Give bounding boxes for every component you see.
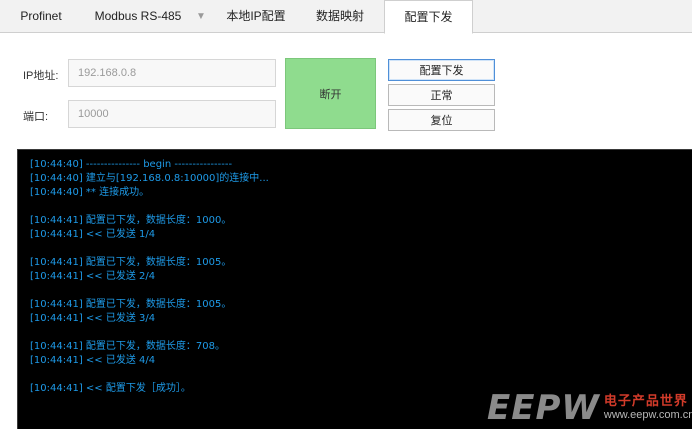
log-line: [10:44:41] 配置已下发，数据长度：1000。	[30, 215, 232, 226]
eepw-watermark: EEPW 电子产品世界 www.eepw.com.cn	[487, 386, 692, 429]
log-line: [10:44:41] 配置已下发，数据长度：1005。	[30, 299, 232, 310]
log-line: [10:44:40] --------------- begin -------…	[30, 159, 233, 170]
watermark-url: www.eepw.com.cn	[603, 409, 692, 421]
watermark-text: 电子产品世界 www.eepw.com.cn	[604, 394, 692, 421]
log-line: [10:44:41] 配置已下发，数据长度：708。	[30, 341, 225, 352]
port-label: 端口:	[23, 111, 49, 123]
tab-data-mapping[interactable]: 数据映射	[298, 0, 382, 33]
log-line: [10:44:41] << 已发送 3/4	[30, 313, 156, 324]
watermark-cn-text: 电子产品世界	[603, 393, 688, 408]
tab-bar: Profinet Modbus RS-485 ▼ 本地IP配置 数据映射 配置下…	[0, 0, 692, 34]
log-line: [10:44:41] 配置已下发，数据长度：1005。	[30, 257, 232, 268]
ip-address-input[interactable]	[68, 59, 276, 87]
tab-local-ip-config[interactable]: 本地IP配置	[214, 0, 298, 33]
app-window: Profinet Modbus RS-485 ▼ 本地IP配置 数据映射 配置下…	[0, 0, 692, 429]
log-line: [10:44:41] << 已发送 4/4	[30, 355, 156, 366]
connection-status-label: 断开	[319, 88, 342, 101]
log-line: [10:44:41] << 已发送 2/4	[30, 271, 156, 282]
deploy-config-button[interactable]: 配置下发	[388, 59, 495, 81]
tab-modbus-rs485[interactable]: Modbus RS-485	[82, 0, 194, 33]
log-line: [10:44:41] << 已发送 1/4	[30, 229, 156, 240]
log-line: [10:44:40] 建立与[192.168.0.8:10000]的连接中...	[30, 173, 269, 184]
tab-config-deploy[interactable]: 配置下发	[384, 0, 473, 34]
eepw-logo: EEPW	[487, 387, 600, 428]
ip-address-label: IP地址:	[23, 70, 59, 82]
reset-button[interactable]: 复位	[388, 109, 495, 131]
port-input[interactable]	[68, 100, 276, 128]
tab-profinet[interactable]: Profinet	[0, 0, 82, 33]
chevron-down-icon[interactable]: ▼	[196, 0, 206, 33]
log-line: [10:44:40] ** 连接成功。	[30, 187, 150, 198]
normal-mode-button[interactable]: 正常	[388, 84, 495, 106]
connection-toggle-button[interactable]: 断开	[285, 58, 376, 129]
